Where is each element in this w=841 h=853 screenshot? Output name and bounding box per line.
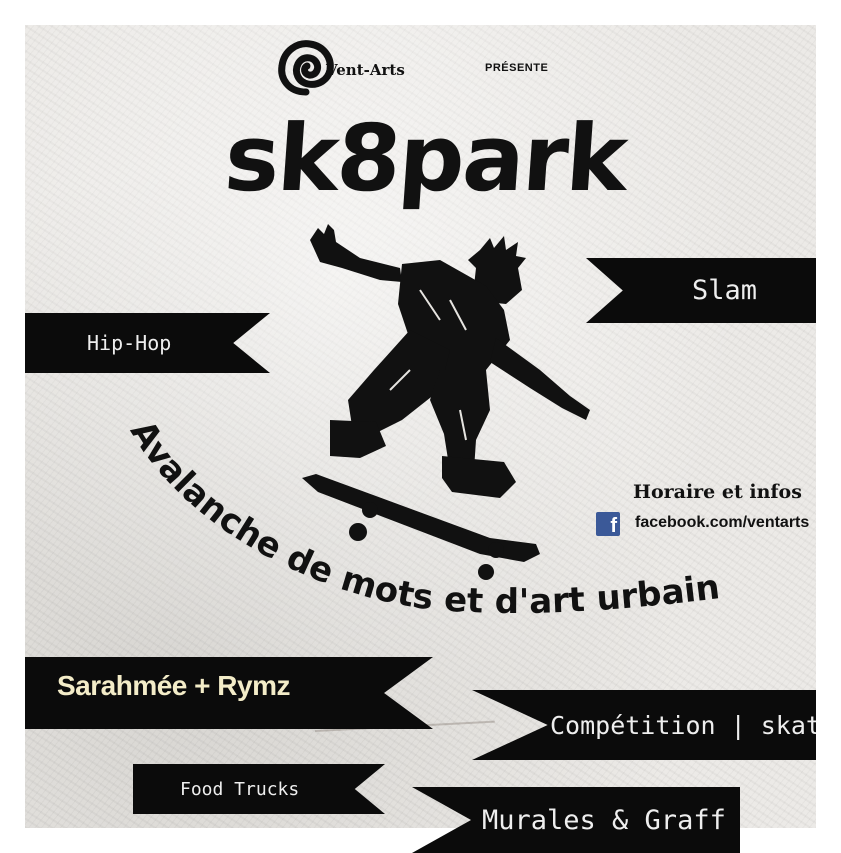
banner-competition-label: Compétition | skate (550, 710, 836, 740)
banner-artists-label: Sarahmée + Rymz (57, 670, 290, 701)
facebook-icon[interactable]: f (596, 512, 620, 537)
banner-slam-label: Slam (692, 275, 758, 306)
banner-hiphop-label: Hip-Hop (87, 331, 172, 355)
facebook-link[interactable]: facebook.com/ventarts (635, 514, 809, 532)
svg-text:Avalanche de mots et d'art urb: Avalanche de mots et d'art urbain (122, 414, 722, 622)
banner-artists: Sarahmée + Rymz (25, 657, 433, 729)
banner-food: Food Trucks (133, 764, 385, 814)
banner-hiphop: Hip-Hop (25, 313, 270, 373)
info-heading: Horaire et infos (633, 481, 802, 503)
tagline-text: Avalanche de mots et d'art urbain (122, 414, 722, 622)
banner-food-label: Food Trucks (180, 778, 300, 800)
banner-murals-label: Murales & Graff (482, 804, 726, 836)
